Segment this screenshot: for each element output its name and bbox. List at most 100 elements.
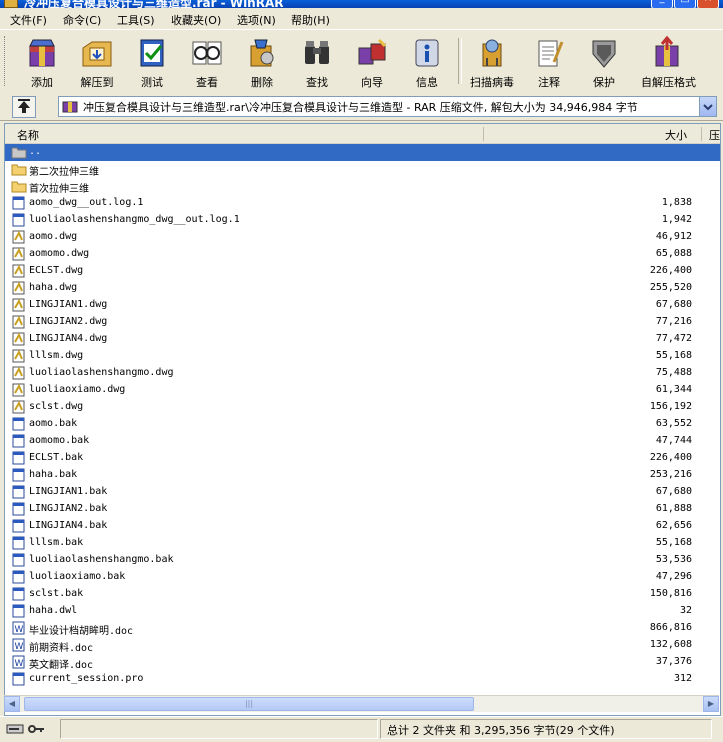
column-divider[interactable] <box>483 127 484 141</box>
file-list[interactable]: 名称 大小 压 .. 第二次拉伸三维 首次拉伸三维 aomo_dwg__out.log… <box>4 123 721 716</box>
file-row[interactable]: sclst.dwg 156,192 <box>5 399 720 416</box>
file-icon <box>11 570 27 584</box>
file-row[interactable]: LINGJIAN4.bak 62,656 <box>5 518 720 535</box>
file-name: aomomo.bak <box>29 435 90 446</box>
file-row[interactable]: W 英文翻译.doc 37,376 <box>5 654 720 671</box>
find-button[interactable]: 查找 <box>291 32 343 90</box>
path-field[interactable]: 冲压复合模具设计与三维造型.rar\冷冲压复合模具设计与三维造型 - RAR 压… <box>58 96 717 117</box>
test-label: 测试 <box>141 76 163 89</box>
file-row[interactable]: aomo.bak 63,552 <box>5 416 720 433</box>
column-name-header[interactable]: 名称 <box>17 127 39 143</box>
file-name: luoliaoxiamo.bak <box>29 571 126 582</box>
close-button[interactable]: × <box>697 0 719 8</box>
file-row[interactable]: haha.dwg 255,520 <box>5 280 720 297</box>
file-row[interactable]: LINGJIAN2.bak 61,888 <box>5 501 720 518</box>
file-name: 英文翻译.doc <box>29 660 94 671</box>
info-button[interactable]: 信息 <box>401 32 453 90</box>
file-row[interactable]: LINGJIAN2.dwg 77,216 <box>5 314 720 331</box>
column-size-header[interactable]: 大小 <box>665 127 687 143</box>
folder-row[interactable]: 第二次拉伸三维 <box>5 161 720 178</box>
column-divider[interactable] <box>701 127 702 141</box>
delete-button[interactable]: 删除 <box>236 32 288 90</box>
scrollbar-thumb[interactable]: ||| <box>24 697 474 711</box>
file-row[interactable]: LINGJIAN1.dwg 67,680 <box>5 297 720 314</box>
scroll-right-button[interactable]: ▶ <box>703 696 719 712</box>
minimize-button[interactable]: _ <box>651 0 673 8</box>
file-row[interactable]: lllsm.dwg 55,168 <box>5 348 720 365</box>
add-label: 添加 <box>31 76 53 89</box>
menu-tools[interactable]: 工具(S) <box>117 12 155 28</box>
virus-scan-button[interactable]: 扫描病毒 <box>466 32 518 90</box>
winrar-app-icon <box>4 0 18 8</box>
menu-help[interactable]: 帮助(H) <box>291 12 330 28</box>
file-row[interactable]: luoliaoxiamo.dwg 61,344 <box>5 382 720 399</box>
file-name: lllsm.bak <box>29 537 84 548</box>
file-row[interactable]: LINGJIAN1.bak 67,680 <box>5 484 720 501</box>
comment-button[interactable]: 注释 <box>523 32 575 90</box>
file-row[interactable]: ECLST.dwg 226,400 <box>5 263 720 280</box>
menu-options[interactable]: 选项(N) <box>237 12 276 28</box>
menu-commands[interactable]: 命令(C) <box>63 12 101 28</box>
file-rows: .. 第二次拉伸三维 首次拉伸三维 aomo_dwg__out.log.1 1,838 l… <box>5 144 720 688</box>
file-name: haha.bak <box>29 469 78 480</box>
window-title: 冷冲压复合模具设计与三维造型.rar - WinRAR <box>24 0 284 8</box>
test-button[interactable]: 测试 <box>126 32 178 90</box>
menu-favorites[interactable]: 收藏夹(O) <box>171 12 221 28</box>
file-row[interactable]: aomo_dwg__out.log.1 1,838 <box>5 195 720 212</box>
file-row[interactable]: luoliaolashenshangmo.bak 53,536 <box>5 552 720 569</box>
file-size: 75,488 <box>655 367 692 378</box>
file-name: 前期资料.doc <box>29 643 94 654</box>
file-size: 255,520 <box>649 282 692 293</box>
file-row[interactable]: luoliaoxiamo.bak 47,296 <box>5 569 720 586</box>
scroll-left-button[interactable]: ◀ <box>4 696 20 712</box>
add-icon <box>29 39 55 67</box>
add-button[interactable]: 添加 <box>16 32 68 90</box>
protect-button[interactable]: 保护 <box>578 32 630 90</box>
extract-to-button[interactable]: 解压到 <box>71 32 123 90</box>
title-bar: 冷冲压复合模具设计与三维造型.rar - WinRAR _ □ × <box>0 0 723 8</box>
file-name: lllsm.dwg <box>29 350 84 361</box>
maximize-button[interactable]: □ <box>674 0 696 8</box>
file-row[interactable]: W 前期资料.doc 132,608 <box>5 637 720 654</box>
sfx-button[interactable]: 自解压格式 <box>641 32 696 90</box>
file-size: 866,816 <box>649 622 692 633</box>
file-row[interactable]: sclst.bak 150,816 <box>5 586 720 603</box>
menu-file[interactable]: 文件(F) <box>10 12 47 28</box>
file-row[interactable]: ECLST.bak 226,400 <box>5 450 720 467</box>
dwg-file-icon <box>11 281 27 295</box>
column-packed-header[interactable]: 压 <box>709 127 720 143</box>
file-name: ECLST.bak <box>29 452 84 463</box>
view-label: 查看 <box>196 76 218 89</box>
menu-bar: 文件(F) 命令(C) 工具(S) 收藏夹(O) 选项(N) 帮助(H) <box>0 8 723 29</box>
file-size: 55,168 <box>655 350 692 361</box>
file-size: 132,608 <box>649 639 692 650</box>
file-size: 62,656 <box>655 520 692 531</box>
dwg-file-icon <box>11 315 27 329</box>
file-row[interactable]: aomomo.bak 47,744 <box>5 433 720 450</box>
file-row[interactable]: lllsm.bak 55,168 <box>5 535 720 552</box>
view-button[interactable]: 查看 <box>181 32 233 90</box>
folder-row[interactable]: 首次拉伸三维 <box>5 178 720 195</box>
file-row[interactable]: W 毕业设计档胡眸明.doc 866,816 <box>5 620 720 637</box>
file-name: sclst.bak <box>29 588 84 599</box>
file-row[interactable]: current_session.pro 312 <box>5 671 720 688</box>
file-row[interactable]: haha.bak 253,216 <box>5 467 720 484</box>
path-dropdown-button[interactable] <box>699 97 716 116</box>
file-icon <box>11 587 27 601</box>
file-row[interactable]: haha.dwl 32 <box>5 603 720 620</box>
file-row[interactable]: LINGJIAN4.dwg 77,472 <box>5 331 720 348</box>
wizard-button[interactable]: 向导 <box>346 32 398 90</box>
parent-folder-row[interactable]: .. <box>5 144 720 161</box>
file-row[interactable]: aomomo.dwg 65,088 <box>5 246 720 263</box>
file-size: 226,400 <box>649 265 692 276</box>
comment-icon <box>538 40 564 67</box>
file-row[interactable]: luoliaolashenshangmo_dwg__out.log.1 1,942 <box>5 212 720 229</box>
file-row[interactable]: aomo.dwg 46,912 <box>5 229 720 246</box>
up-arrow-icon <box>18 99 30 113</box>
dwg-file-icon <box>11 332 27 346</box>
file-name: haha.dwl <box>29 605 78 616</box>
file-icon <box>11 536 27 550</box>
up-one-level-button[interactable] <box>12 96 36 118</box>
file-row[interactable]: luoliaolashenshangmo.dwg 75,488 <box>5 365 720 382</box>
horizontal-scrollbar[interactable]: ◀ ||| ▶ <box>4 695 719 712</box>
